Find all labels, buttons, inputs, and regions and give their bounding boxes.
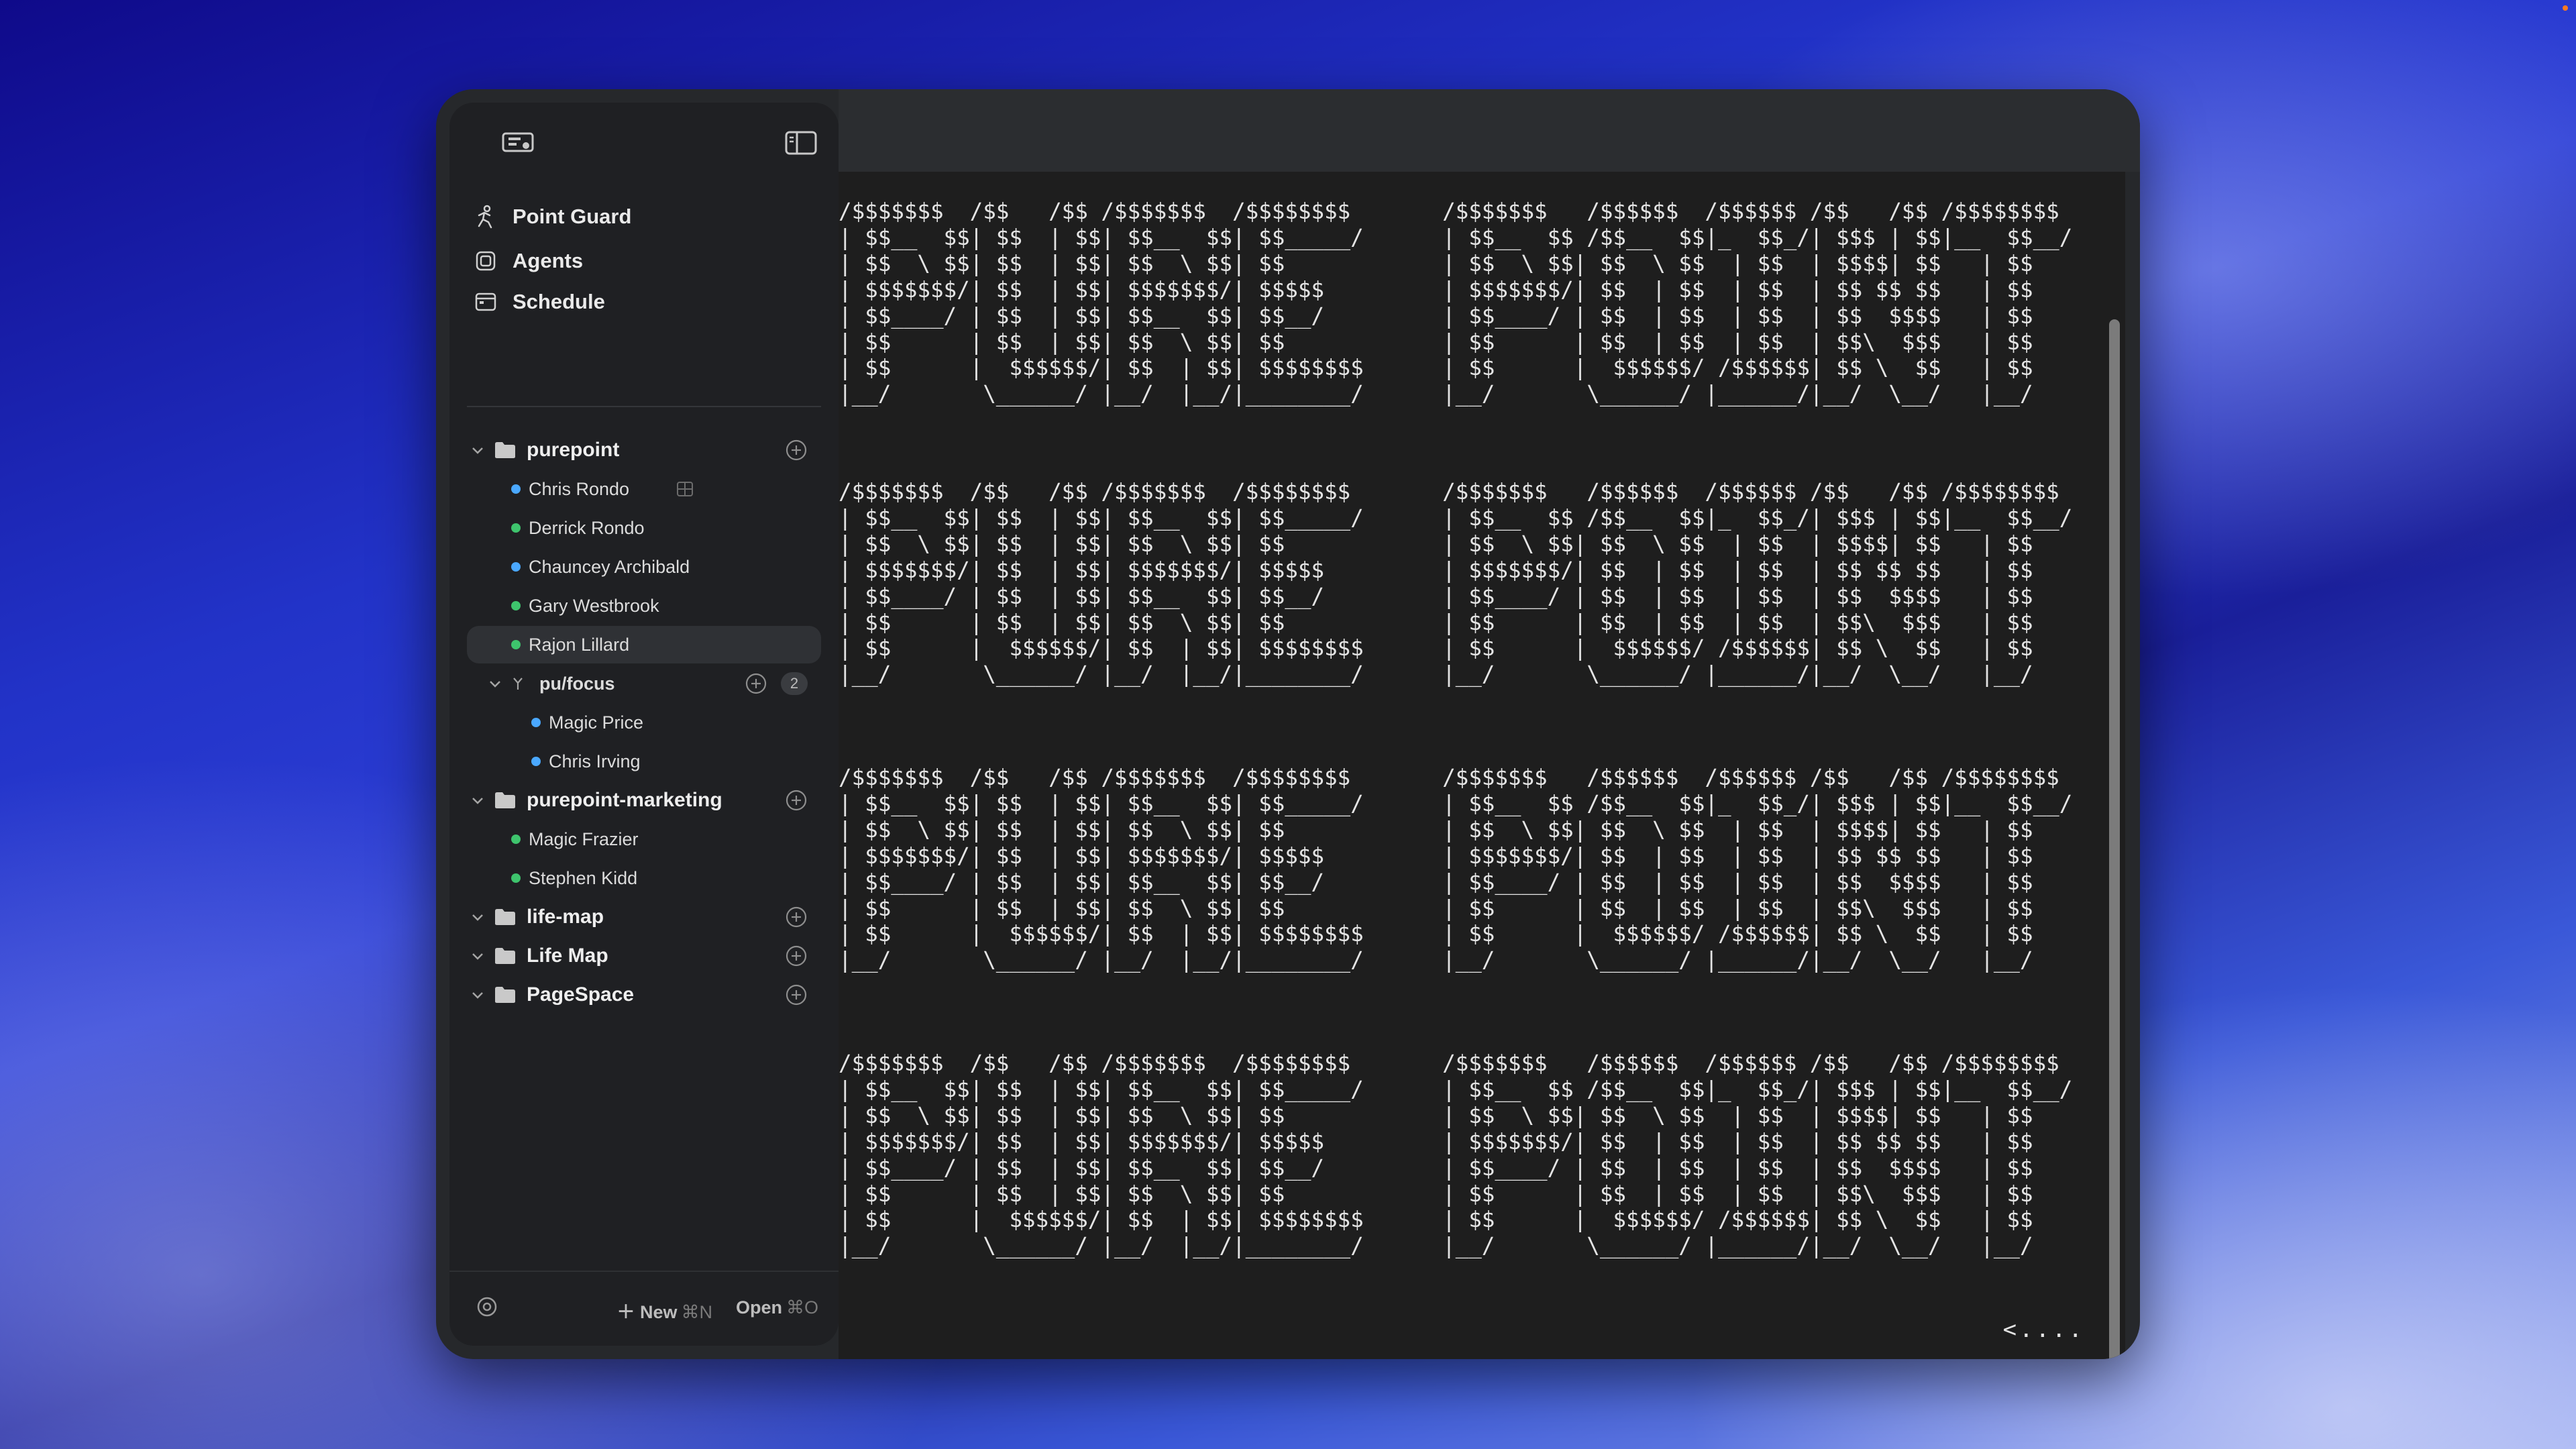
project-life-map-2[interactable]: Life Map xyxy=(449,937,839,975)
ascii-art-block: /$$$$$$$ /$$ /$$ /$$$$$$$ /$$$$$$$$ /$$$… xyxy=(839,1051,2073,1259)
add-agent-icon[interactable] xyxy=(745,672,767,695)
ascii-art-block: /$$$$$$$ /$$ /$$ /$$$$$$$ /$$$$$$$$ /$$$… xyxy=(839,765,2073,973)
chevron-down-icon[interactable] xyxy=(487,676,503,692)
agent-label: Magic Price xyxy=(549,712,644,733)
status-dot xyxy=(531,718,541,727)
project-label: PageSpace xyxy=(527,983,635,1006)
add-agent-icon[interactable] xyxy=(785,983,808,1006)
folder-icon xyxy=(494,985,517,1004)
ascii-art-block: /$$$$$$$ /$$ /$$ /$$$$$$$ /$$$$$$$$ /$$$… xyxy=(839,479,2073,688)
branch-icon xyxy=(510,676,526,692)
status-dot xyxy=(511,523,521,533)
new-shortcut: ⌘N xyxy=(681,1302,713,1322)
agent-label: Magic Frazier xyxy=(529,828,639,849)
nav-item-point-guard[interactable]: Point Guard xyxy=(474,197,631,237)
sidebar-footer: ＋ New ⌘N Open ⌘O xyxy=(449,1271,839,1346)
agent-item[interactable]: Magic Price xyxy=(449,704,839,741)
project-label: Life Map xyxy=(527,945,608,967)
status-dot xyxy=(531,757,541,766)
project-label: purepoint xyxy=(527,439,620,461)
nav-item-label: Point Guard xyxy=(513,205,632,228)
new-label: New xyxy=(639,1302,678,1322)
terminal-prompt: <.... xyxy=(2002,1316,2085,1343)
status-dot xyxy=(511,873,521,883)
notification-dot xyxy=(2563,5,2568,11)
open-shortcut: ⌘O xyxy=(786,1297,818,1318)
workspace-icon[interactable] xyxy=(500,129,535,156)
status-dot xyxy=(511,835,521,844)
ascii-art-block: /$$$$$$$ /$$ /$$ /$$$$$$$ /$$$$$$$$ /$$$… xyxy=(839,199,2073,407)
person-run-icon xyxy=(474,205,498,229)
status-dot xyxy=(511,562,521,572)
plus-icon: ＋ xyxy=(616,1302,640,1322)
chevron-down-icon[interactable] xyxy=(470,948,486,964)
agent-label: Gary Westbrook xyxy=(529,595,659,616)
agent-label: Chris Irving xyxy=(549,751,641,771)
project-life-map[interactable]: life-map xyxy=(449,898,839,936)
add-agent-icon[interactable] xyxy=(785,945,808,967)
agents-icon xyxy=(474,249,498,273)
agent-count-badge: 2 xyxy=(781,672,808,695)
split-view-icon xyxy=(676,480,694,498)
nav-item-label: Schedule xyxy=(513,290,605,313)
add-agent-icon[interactable] xyxy=(785,789,808,812)
project-label: purepoint-marketing xyxy=(527,789,722,811)
chevron-down-icon[interactable] xyxy=(470,987,486,1003)
folder-icon xyxy=(494,908,517,926)
agent-item[interactable]: Stephen Kidd xyxy=(449,859,839,897)
agent-label: Rajon Lillard xyxy=(529,634,630,655)
nav-item-schedule[interactable]: Schedule xyxy=(474,282,605,322)
add-agent-icon[interactable] xyxy=(785,439,808,462)
agent-label: Stephen Kidd xyxy=(529,867,638,888)
agent-item[interactable]: Chris Rondo xyxy=(449,470,839,508)
open-label: Open xyxy=(735,1297,782,1318)
sidebar: Point Guard Agents Schedule purepoint Ch… xyxy=(449,103,839,1346)
agent-item[interactable]: Gary Westbrook xyxy=(449,587,839,625)
agent-item[interactable]: Magic Frazier xyxy=(449,820,839,858)
add-agent-icon[interactable] xyxy=(785,906,808,928)
sidebar-toggle-icon[interactable] xyxy=(784,129,818,156)
chevron-down-icon[interactable] xyxy=(470,909,486,925)
agent-item[interactable]: Chris Irving xyxy=(449,743,839,780)
status-dot xyxy=(511,484,521,494)
chevron-down-icon[interactable] xyxy=(470,792,486,808)
project-purepoint[interactable]: purepoint xyxy=(449,431,839,469)
new-button[interactable]: ＋ New ⌘N xyxy=(616,1297,712,1324)
divider xyxy=(467,406,821,407)
project-purepoint-marketing[interactable]: purepoint-marketing xyxy=(449,782,839,819)
nav-item-agents[interactable]: Agents xyxy=(474,241,583,281)
open-button[interactable]: Open ⌘O xyxy=(736,1297,818,1318)
nav-item-label: Agents xyxy=(513,249,584,272)
terminal-header xyxy=(839,89,2140,172)
folder-icon xyxy=(494,441,517,460)
app-window: Point Guard Agents Schedule purepoint Ch… xyxy=(436,89,2140,1359)
project-label: life-map xyxy=(527,906,604,928)
project-pagespace[interactable]: PageSpace xyxy=(449,976,839,1014)
agent-label: Chauncey Archibald xyxy=(529,556,690,577)
status-dot xyxy=(511,640,521,649)
agent-item-selected[interactable]: Rajon Lillard xyxy=(467,626,821,663)
folder-icon xyxy=(494,791,517,810)
scrollbar[interactable] xyxy=(2109,319,2120,1359)
agent-item[interactable]: Derrick Rondo xyxy=(449,509,839,547)
agent-item[interactable]: Chauncey Archibald xyxy=(449,548,839,586)
chevron-down-icon[interactable] xyxy=(470,442,486,458)
status-dot xyxy=(511,601,521,610)
settings-icon[interactable] xyxy=(475,1295,499,1319)
folder-icon xyxy=(494,947,517,965)
agent-label: Chris Rondo xyxy=(529,478,630,499)
agent-label: Derrick Rondo xyxy=(529,517,645,538)
branch-pu-focus[interactable]: pu/focus 2 xyxy=(449,665,839,702)
branch-label: pu/focus xyxy=(539,673,615,694)
calendar-icon xyxy=(474,290,498,314)
terminal-pane[interactable]: /$$$$$$$ /$$ /$$ /$$$$$$$ /$$$$$$$$ /$$$… xyxy=(839,172,2125,1359)
